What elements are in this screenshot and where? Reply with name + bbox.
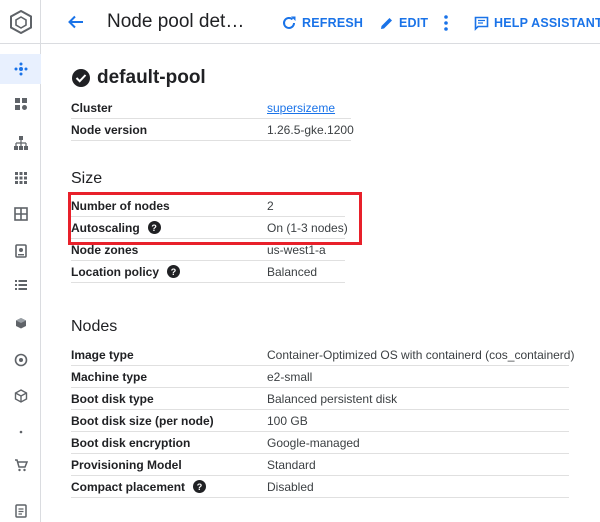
nodes-key: Image type bbox=[71, 347, 134, 362]
nav-clusters[interactable] bbox=[0, 89, 41, 119]
nodes-row-machine-type: Machine type e2-small bbox=[71, 366, 569, 388]
nodes-row-boot-disk-type: Boot disk type Balanced persistent disk bbox=[71, 388, 569, 410]
refresh-icon bbox=[283, 16, 296, 29]
nodes-value: e2-small bbox=[267, 369, 313, 384]
size-row-number-of-nodes: Number of nodes 2 bbox=[71, 195, 345, 217]
edit-button[interactable]: EDIT bbox=[379, 14, 428, 32]
workloads-hierarchy-icon bbox=[13, 136, 28, 150]
cluster-nodes-icon bbox=[14, 62, 27, 76]
cart-icon bbox=[14, 459, 28, 472]
apps-grid-icon bbox=[14, 172, 27, 184]
page-header: Node pool det… REFRESH EDIT HELP ASSISTA… bbox=[41, 0, 600, 44]
size-value: us-west1-a bbox=[267, 242, 326, 257]
size-key-label: Location policy bbox=[71, 264, 160, 279]
help-icon[interactable]: ? bbox=[167, 265, 181, 278]
more-vert-icon bbox=[443, 15, 448, 31]
size-value: Balanced bbox=[267, 264, 318, 279]
nodes-key: Boot disk encryption bbox=[71, 435, 191, 450]
size-row-location-policy: Location policy ? Balanced bbox=[71, 261, 345, 283]
refresh-label: REFRESH bbox=[302, 16, 364, 30]
nav-services[interactable] bbox=[0, 199, 41, 229]
size-row-node-zones: Node zones us-west1-a bbox=[71, 239, 345, 261]
main-content: default-pool Cluster supersizeme Node ve… bbox=[41, 45, 600, 522]
help-icon[interactable]: ? bbox=[193, 480, 207, 493]
size-table: Number of nodes 2 Autoscaling ? On (1-3 … bbox=[71, 195, 348, 283]
nodes-row-provisioning-model: Provisioning Model Standard bbox=[71, 454, 569, 476]
nodes-key-compact-placement: Compact placement ? bbox=[71, 479, 207, 494]
arrow-left-icon bbox=[68, 15, 83, 29]
clusters-icon bbox=[14, 98, 27, 110]
size-row-autoscaling: Autoscaling ? On (1-3 nodes) bbox=[71, 217, 348, 239]
refresh-button[interactable]: REFRESH bbox=[281, 14, 363, 32]
nodes-key: Boot disk type bbox=[71, 391, 154, 406]
list-icon bbox=[14, 280, 27, 290]
nodes-row-compact-placement: Compact placement ? Disabled bbox=[71, 476, 569, 498]
detail-row-cluster: Cluster supersizeme bbox=[71, 97, 351, 119]
nav-object-browser[interactable] bbox=[0, 270, 41, 300]
dot-icon bbox=[19, 430, 22, 434]
nodes-key: Provisioning Model bbox=[71, 457, 182, 472]
size-key: Number of nodes bbox=[71, 198, 170, 213]
size-value: 2 bbox=[267, 198, 274, 213]
detail-value: 1.26.5-gke.1200 bbox=[267, 122, 354, 137]
services-grid-icon bbox=[13, 207, 28, 221]
detail-key: Node version bbox=[71, 122, 148, 137]
nodes-section-title: Nodes bbox=[71, 318, 118, 335]
help-icon[interactable]: ? bbox=[147, 221, 161, 234]
size-value: On (1-3 nodes) bbox=[267, 220, 348, 235]
check-circle-icon bbox=[72, 69, 90, 87]
nodes-value: Standard bbox=[267, 457, 316, 472]
cluster-link[interactable]: supersizeme bbox=[267, 101, 335, 115]
left-nav-rail bbox=[0, 0, 41, 522]
size-section-title: Size bbox=[71, 170, 103, 187]
target-icon bbox=[14, 353, 27, 367]
nodes-row-boot-disk-encryption: Boot disk encryption Google-managed bbox=[71, 432, 569, 454]
nodes-value: Google-managed bbox=[267, 435, 360, 450]
size-key-location-policy: Location policy ? bbox=[71, 264, 181, 279]
back-button[interactable] bbox=[65, 11, 87, 33]
size-key-label: Autoscaling bbox=[71, 220, 140, 235]
nodes-table: Image type Container-Optimized OS with c… bbox=[71, 344, 574, 498]
nodes-value: 100 GB bbox=[267, 413, 308, 428]
nodes-key: Machine type bbox=[71, 369, 148, 384]
details-table: Cluster supersizeme Node version 1.26.5-… bbox=[71, 97, 354, 141]
nodes-key-label: Compact placement bbox=[71, 479, 186, 494]
pencil-icon bbox=[381, 17, 392, 29]
kubernetes-engine-logo[interactable] bbox=[0, 0, 41, 44]
size-key-autoscaling: Autoscaling ? bbox=[71, 221, 161, 235]
storage-disk-icon bbox=[14, 244, 27, 258]
pool-header: default-pool bbox=[71, 67, 206, 89]
nodes-value: Disabled bbox=[267, 479, 314, 494]
page-title: Node pool det… bbox=[107, 11, 245, 32]
nodes-row-image-type: Image type Container-Optimized OS with c… bbox=[71, 344, 574, 366]
nav-gateways[interactable] bbox=[0, 381, 41, 411]
nav-apps[interactable] bbox=[0, 163, 41, 193]
nodes-row-boot-disk-size: Boot disk size (per node) 100 GB bbox=[71, 410, 569, 432]
detail-key: Cluster bbox=[71, 100, 113, 115]
nav-overview[interactable] bbox=[0, 54, 41, 84]
nav-workloads[interactable] bbox=[0, 128, 41, 158]
nav-backup[interactable] bbox=[0, 309, 41, 339]
pool-name: default-pool bbox=[97, 67, 206, 88]
help-assistant-button[interactable]: HELP ASSISTANT bbox=[474, 14, 600, 32]
edit-label: EDIT bbox=[399, 16, 429, 30]
notes-icon bbox=[14, 504, 27, 518]
nav-config[interactable] bbox=[0, 345, 41, 375]
cubes-icon bbox=[15, 318, 26, 329]
more-options-button[interactable] bbox=[443, 12, 453, 34]
chat-assistant-icon bbox=[474, 16, 489, 31]
nodes-value: Balanced persistent disk bbox=[267, 391, 398, 406]
nav-release-notes[interactable] bbox=[0, 496, 41, 522]
nodes-key: Boot disk size (per node) bbox=[71, 413, 214, 428]
nav-dot[interactable] bbox=[0, 417, 41, 447]
nodes-value: Container-Optimized OS with containerd (… bbox=[267, 347, 575, 362]
detail-row-node-version: Node version 1.26.5-gke.1200 bbox=[71, 119, 354, 141]
help-assistant-label: HELP ASSISTANT bbox=[494, 16, 600, 30]
box-icon bbox=[14, 389, 27, 403]
nav-storage[interactable] bbox=[0, 236, 41, 266]
size-key: Node zones bbox=[71, 242, 139, 257]
nav-marketplace[interactable] bbox=[0, 450, 41, 480]
kubernetes-engine-icon bbox=[9, 9, 32, 34]
